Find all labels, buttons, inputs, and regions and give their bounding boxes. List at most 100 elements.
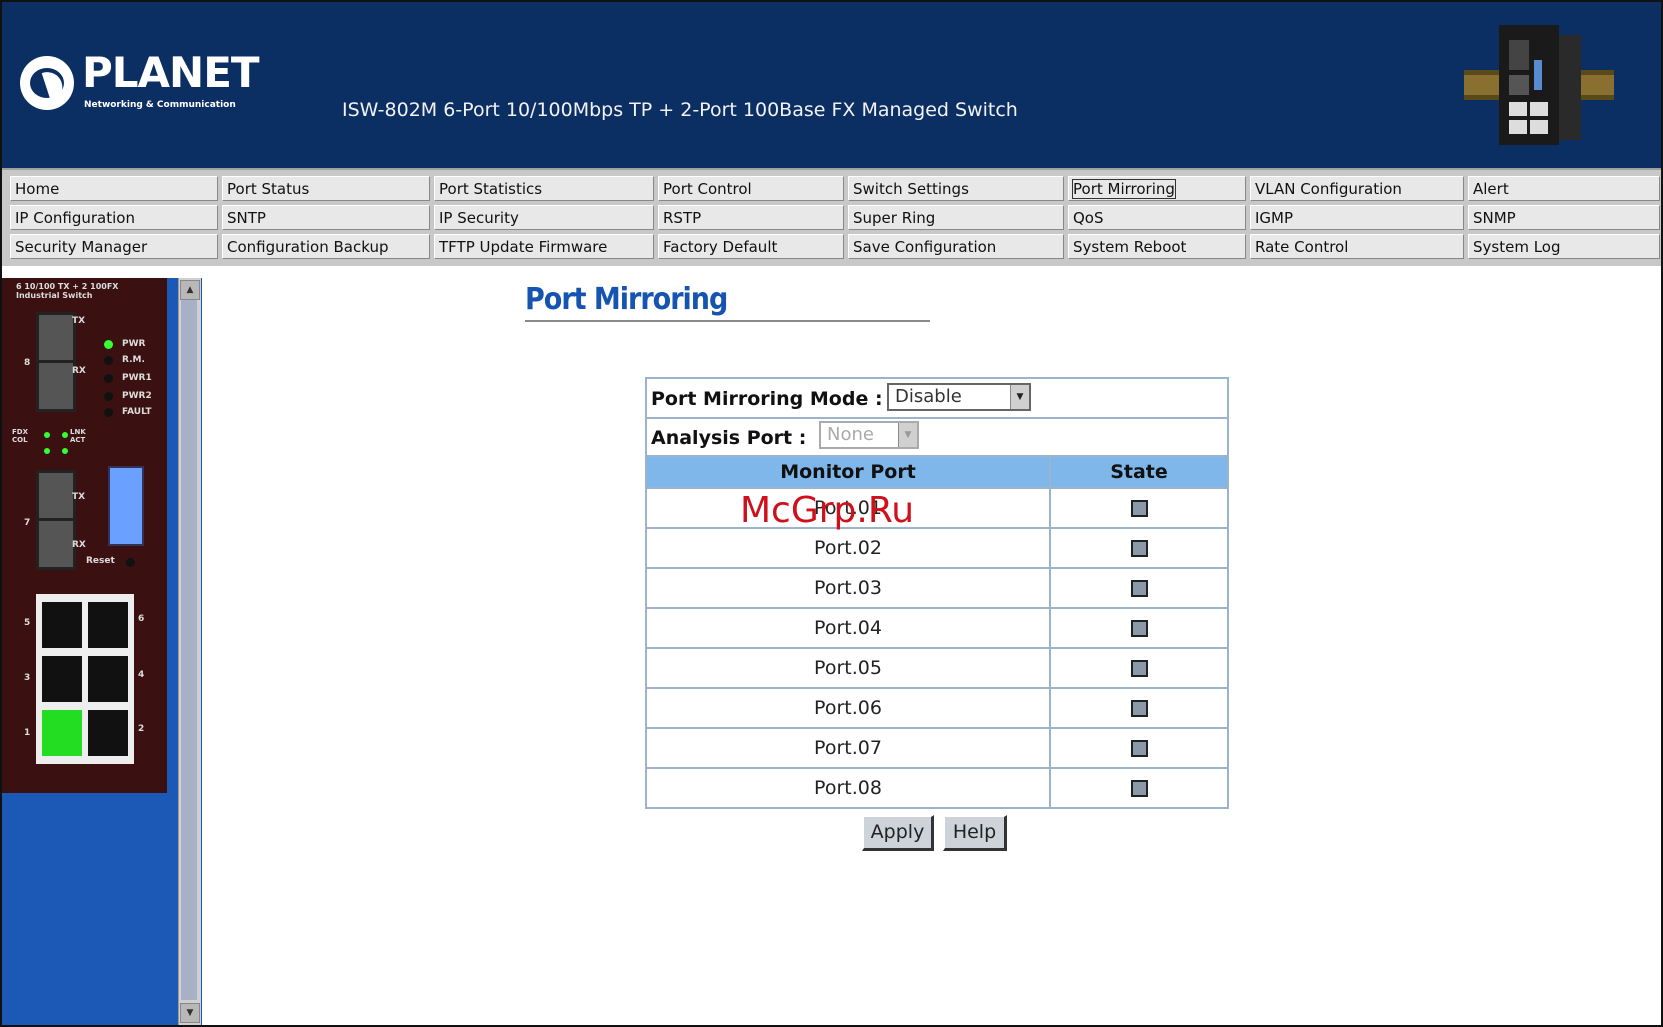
monitor-port-name: Port.03 xyxy=(647,568,1051,609)
help-button[interactable]: Help xyxy=(943,815,1007,851)
state-checkbox[interactable] xyxy=(1130,500,1148,517)
menu-item-label: SNTP xyxy=(227,209,266,227)
table-row: Port.03 xyxy=(647,568,1227,609)
chevron-down-icon[interactable]: ▼ xyxy=(1010,385,1029,409)
sfp-label: RX xyxy=(72,540,86,550)
main-menu: Home Port Status Port Statistics Port Contr… xyxy=(2,168,1661,266)
menu-item-label: Port Mirroring xyxy=(1072,179,1176,199)
rj45-port-6 xyxy=(88,602,128,648)
menu-item-sntp[interactable]: SNTP xyxy=(222,205,430,230)
menu-item-configuration-backup[interactable]: Configuration Backup xyxy=(222,234,430,259)
state-cell xyxy=(1050,488,1227,529)
menu-item-label: System Reboot xyxy=(1073,238,1187,256)
analysis-row: Analysis Port : None ▼ xyxy=(647,419,1227,457)
menu-item-label: System Log xyxy=(1473,238,1561,256)
menu-item-label: Security Manager xyxy=(15,238,148,256)
menu-item-qos[interactable]: QoS xyxy=(1068,205,1246,230)
port-number: 1 xyxy=(24,728,31,738)
rj45-port-1 xyxy=(42,710,82,756)
led-pwr1 xyxy=(104,374,113,383)
port-mirroring-form: Port Mirroring Mode : Disable ▼ Analysis… xyxy=(645,377,1229,809)
led-label: R.M. xyxy=(122,355,145,365)
menu-item-system-reboot[interactable]: System Reboot xyxy=(1068,234,1246,259)
device-front-panel: 6 10/100 TX + 2 100FX Industrial Switch … xyxy=(2,278,167,793)
menu-item-label: Port Status xyxy=(227,180,310,198)
scroll-up-icon[interactable]: ▲ xyxy=(180,280,200,300)
menu-item-snmp[interactable]: SNMP xyxy=(1468,205,1660,230)
menu-item-save-configuration[interactable]: Save Configuration xyxy=(848,234,1064,259)
analysis-label: Analysis Port : xyxy=(651,427,807,449)
title-underline xyxy=(525,320,930,322)
state-checkbox[interactable] xyxy=(1130,660,1148,677)
scrollbar-thumb[interactable] xyxy=(181,300,197,1000)
menu-item-port-control[interactable]: Port Control xyxy=(658,176,844,201)
watermark: McGrp.Ru xyxy=(740,490,915,531)
mode-select-value: Disable xyxy=(895,386,962,407)
menu-item-switch-settings[interactable]: Switch Settings xyxy=(848,176,1064,201)
menu-item-home[interactable]: Home xyxy=(10,176,218,201)
switch-device-icon xyxy=(1464,25,1614,145)
port-number: 8 xyxy=(24,358,31,368)
menu-item-tftp-update-firmware[interactable]: TFTP Update Firmware xyxy=(434,234,654,259)
led-fx xyxy=(62,448,68,454)
led-pwr xyxy=(104,340,113,349)
state-cell xyxy=(1050,688,1227,729)
state-checkbox[interactable] xyxy=(1130,540,1148,557)
mode-select[interactable]: Disable ▼ xyxy=(887,383,1031,411)
reset-label: Reset xyxy=(86,556,115,566)
table-row: Port.05 xyxy=(647,648,1227,689)
menu-item-label: Switch Settings xyxy=(853,180,969,198)
page-title: Port Mirroring xyxy=(525,282,728,317)
mode-label: Port Mirroring Mode : xyxy=(651,388,883,410)
menu-item-port-mirroring[interactable]: Port Mirroring xyxy=(1068,176,1246,201)
sfp-label: RX xyxy=(72,366,86,376)
menu-item-ip-security[interactable]: IP Security xyxy=(434,205,654,230)
apply-button[interactable]: Apply xyxy=(862,815,934,851)
left-frame-scrollbar[interactable]: ▲ ▼ xyxy=(178,278,201,1025)
menu-item-port-status[interactable]: Port Status xyxy=(222,176,430,201)
menu-item-label: QoS xyxy=(1073,209,1104,227)
sfp-port-8-tx xyxy=(36,312,76,364)
menu-item-label: IGMP xyxy=(1255,209,1294,227)
state-cell xyxy=(1050,768,1227,807)
monitor-port-name: Port.07 xyxy=(647,728,1051,769)
menu-item-security-manager[interactable]: Security Manager xyxy=(10,234,218,259)
menu-item-rate-control[interactable]: Rate Control xyxy=(1250,234,1464,259)
menu-item-rstp[interactable]: RSTP xyxy=(658,205,844,230)
state-cell xyxy=(1050,728,1227,769)
logo-tagline: Networking & Communication xyxy=(84,100,236,110)
mode-row: Port Mirroring Mode : Disable ▼ xyxy=(647,379,1227,419)
monitor-port-table: Monitor Port State Port.01 Port.02 Port.03… xyxy=(647,457,1227,807)
menu-item-factory-default[interactable]: Factory Default xyxy=(658,234,844,259)
state-cell xyxy=(1050,568,1227,609)
menu-item-igmp[interactable]: IGMP xyxy=(1250,205,1464,230)
main-content: Port Mirroring Port Mirroring Mode : Dis… xyxy=(207,278,1657,1025)
monitor-port-name: Port.06 xyxy=(647,688,1051,729)
menu-item-ip-configuration[interactable]: IP Configuration xyxy=(10,205,218,230)
state-checkbox[interactable] xyxy=(1130,700,1148,717)
menu-item-label: Port Control xyxy=(663,180,752,198)
menu-item-vlan-configuration[interactable]: VLAN Configuration xyxy=(1250,176,1464,201)
menu-item-system-log[interactable]: System Log xyxy=(1468,234,1660,259)
menu-item-alert[interactable]: Alert xyxy=(1468,176,1660,201)
port-number: 5 xyxy=(24,618,31,628)
led-label: PWR1 xyxy=(122,373,152,383)
chevron-down-icon[interactable]: ▼ xyxy=(898,423,917,447)
monitor-port-name: Port.02 xyxy=(647,528,1051,569)
menu-item-port-statistics[interactable]: Port Statistics xyxy=(434,176,654,201)
led-fx xyxy=(44,448,50,454)
fx-label: FDX COL xyxy=(12,428,28,444)
state-checkbox[interactable] xyxy=(1130,740,1148,757)
rj45-port-2 xyxy=(88,710,128,756)
menu-item-label: Super Ring xyxy=(853,209,936,227)
state-checkbox[interactable] xyxy=(1130,780,1148,797)
table-row: Port.04 xyxy=(647,608,1227,649)
rj45-port-3 xyxy=(42,656,82,702)
analysis-port-select[interactable]: None ▼ xyxy=(819,421,919,449)
monitor-port-name: Port.08 xyxy=(647,768,1051,807)
table-row: Port.02 xyxy=(647,528,1227,569)
state-checkbox[interactable] xyxy=(1130,580,1148,597)
scroll-down-icon[interactable]: ▼ xyxy=(180,1003,200,1023)
state-checkbox[interactable] xyxy=(1130,620,1148,637)
menu-item-super-ring[interactable]: Super Ring xyxy=(848,205,1064,230)
